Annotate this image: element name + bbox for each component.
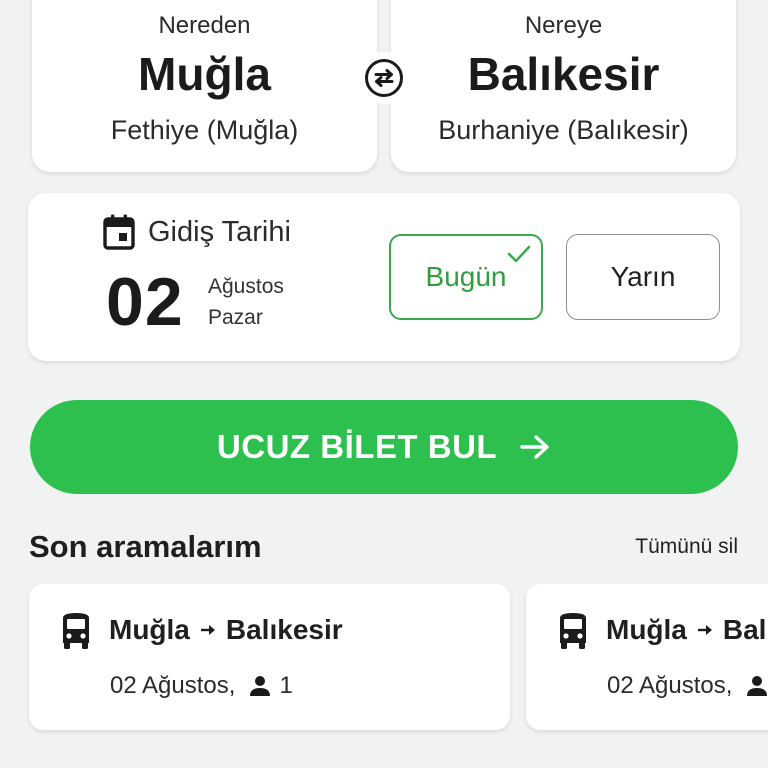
from-label: Nereden [158, 12, 251, 39]
recent-meta: 02 Ağustos, 1 [607, 672, 768, 700]
bus-search-screen: Nereden Muğla Fethiye (Muğla) Nereye Bal… [0, 0, 768, 768]
recent-date: 02 Ağustos, [110, 672, 236, 699]
departure-date-card: Gidiş Tarihi 02 Ağustos Pazar Bugün Yarı… [28, 193, 740, 361]
arrow-right-icon [519, 433, 551, 461]
clear-all-link[interactable]: Tümünü sil [635, 535, 738, 559]
person-icon [249, 675, 271, 697]
to-district: Burhaniye (Balıkesir) [438, 115, 689, 145]
recent-date: 02 Ağustos, [607, 672, 733, 699]
date-header[interactable]: Gidiş Tarihi [102, 213, 291, 251]
recent-route: Muğla Balıkesir [606, 614, 768, 646]
find-ticket-label: UCUZ BİLET BUL [216, 428, 498, 465]
from-district: Fethiye (Muğla) [110, 115, 299, 145]
calendar-icon [103, 214, 135, 250]
from-location-card[interactable]: Nereden Muğla Fethiye (Muğla) [32, 0, 377, 172]
today-label: Bugün [425, 261, 507, 292]
date-month: Ağustos [208, 275, 284, 298]
from-city: Muğla [138, 48, 271, 100]
bus-icon [63, 613, 89, 649]
bus-icon [560, 613, 586, 649]
recent-route: Muğla Balıkesir [109, 614, 343, 646]
date-weekday: Pazar [208, 306, 263, 329]
recent-search-card[interactable]: Muğla Balıkesir 02 Ağustos, 1 [526, 584, 768, 730]
date-title: Gidiş Tarihi [148, 215, 291, 248]
tomorrow-label: Yarın [610, 261, 676, 292]
to-location-card[interactable]: Nereye Balıkesir Burhaniye (Balıkesir) [391, 0, 736, 172]
person-icon [746, 675, 768, 697]
recent-from: Muğla [109, 614, 190, 645]
arrow-right-icon [200, 623, 216, 637]
recent-to: Balıkesir [722, 614, 768, 645]
recent-meta: 02 Ağustos, 1 [110, 672, 293, 700]
recent-from: Muğla [606, 614, 687, 645]
to-city: Balıkesir [467, 48, 660, 100]
check-icon [507, 245, 531, 263]
recent-passengers: 1 [279, 672, 293, 699]
swap-horizontal-icon [365, 59, 403, 97]
date-day[interactable]: 02 [106, 263, 184, 341]
find-ticket-button[interactable]: UCUZ BİLET BUL [30, 400, 738, 494]
today-chip[interactable]: Bugün [389, 234, 543, 320]
recent-to: Balıkesir [225, 614, 343, 645]
swap-button[interactable] [358, 52, 410, 104]
tomorrow-chip[interactable]: Yarın [566, 234, 720, 320]
recent-searches-title: Son aramalarım [29, 529, 262, 564]
recent-search-card[interactable]: Muğla Balıkesir 02 Ağustos, 1 [29, 584, 510, 730]
to-label: Nereye [524, 12, 603, 39]
arrow-right-icon [697, 623, 713, 637]
